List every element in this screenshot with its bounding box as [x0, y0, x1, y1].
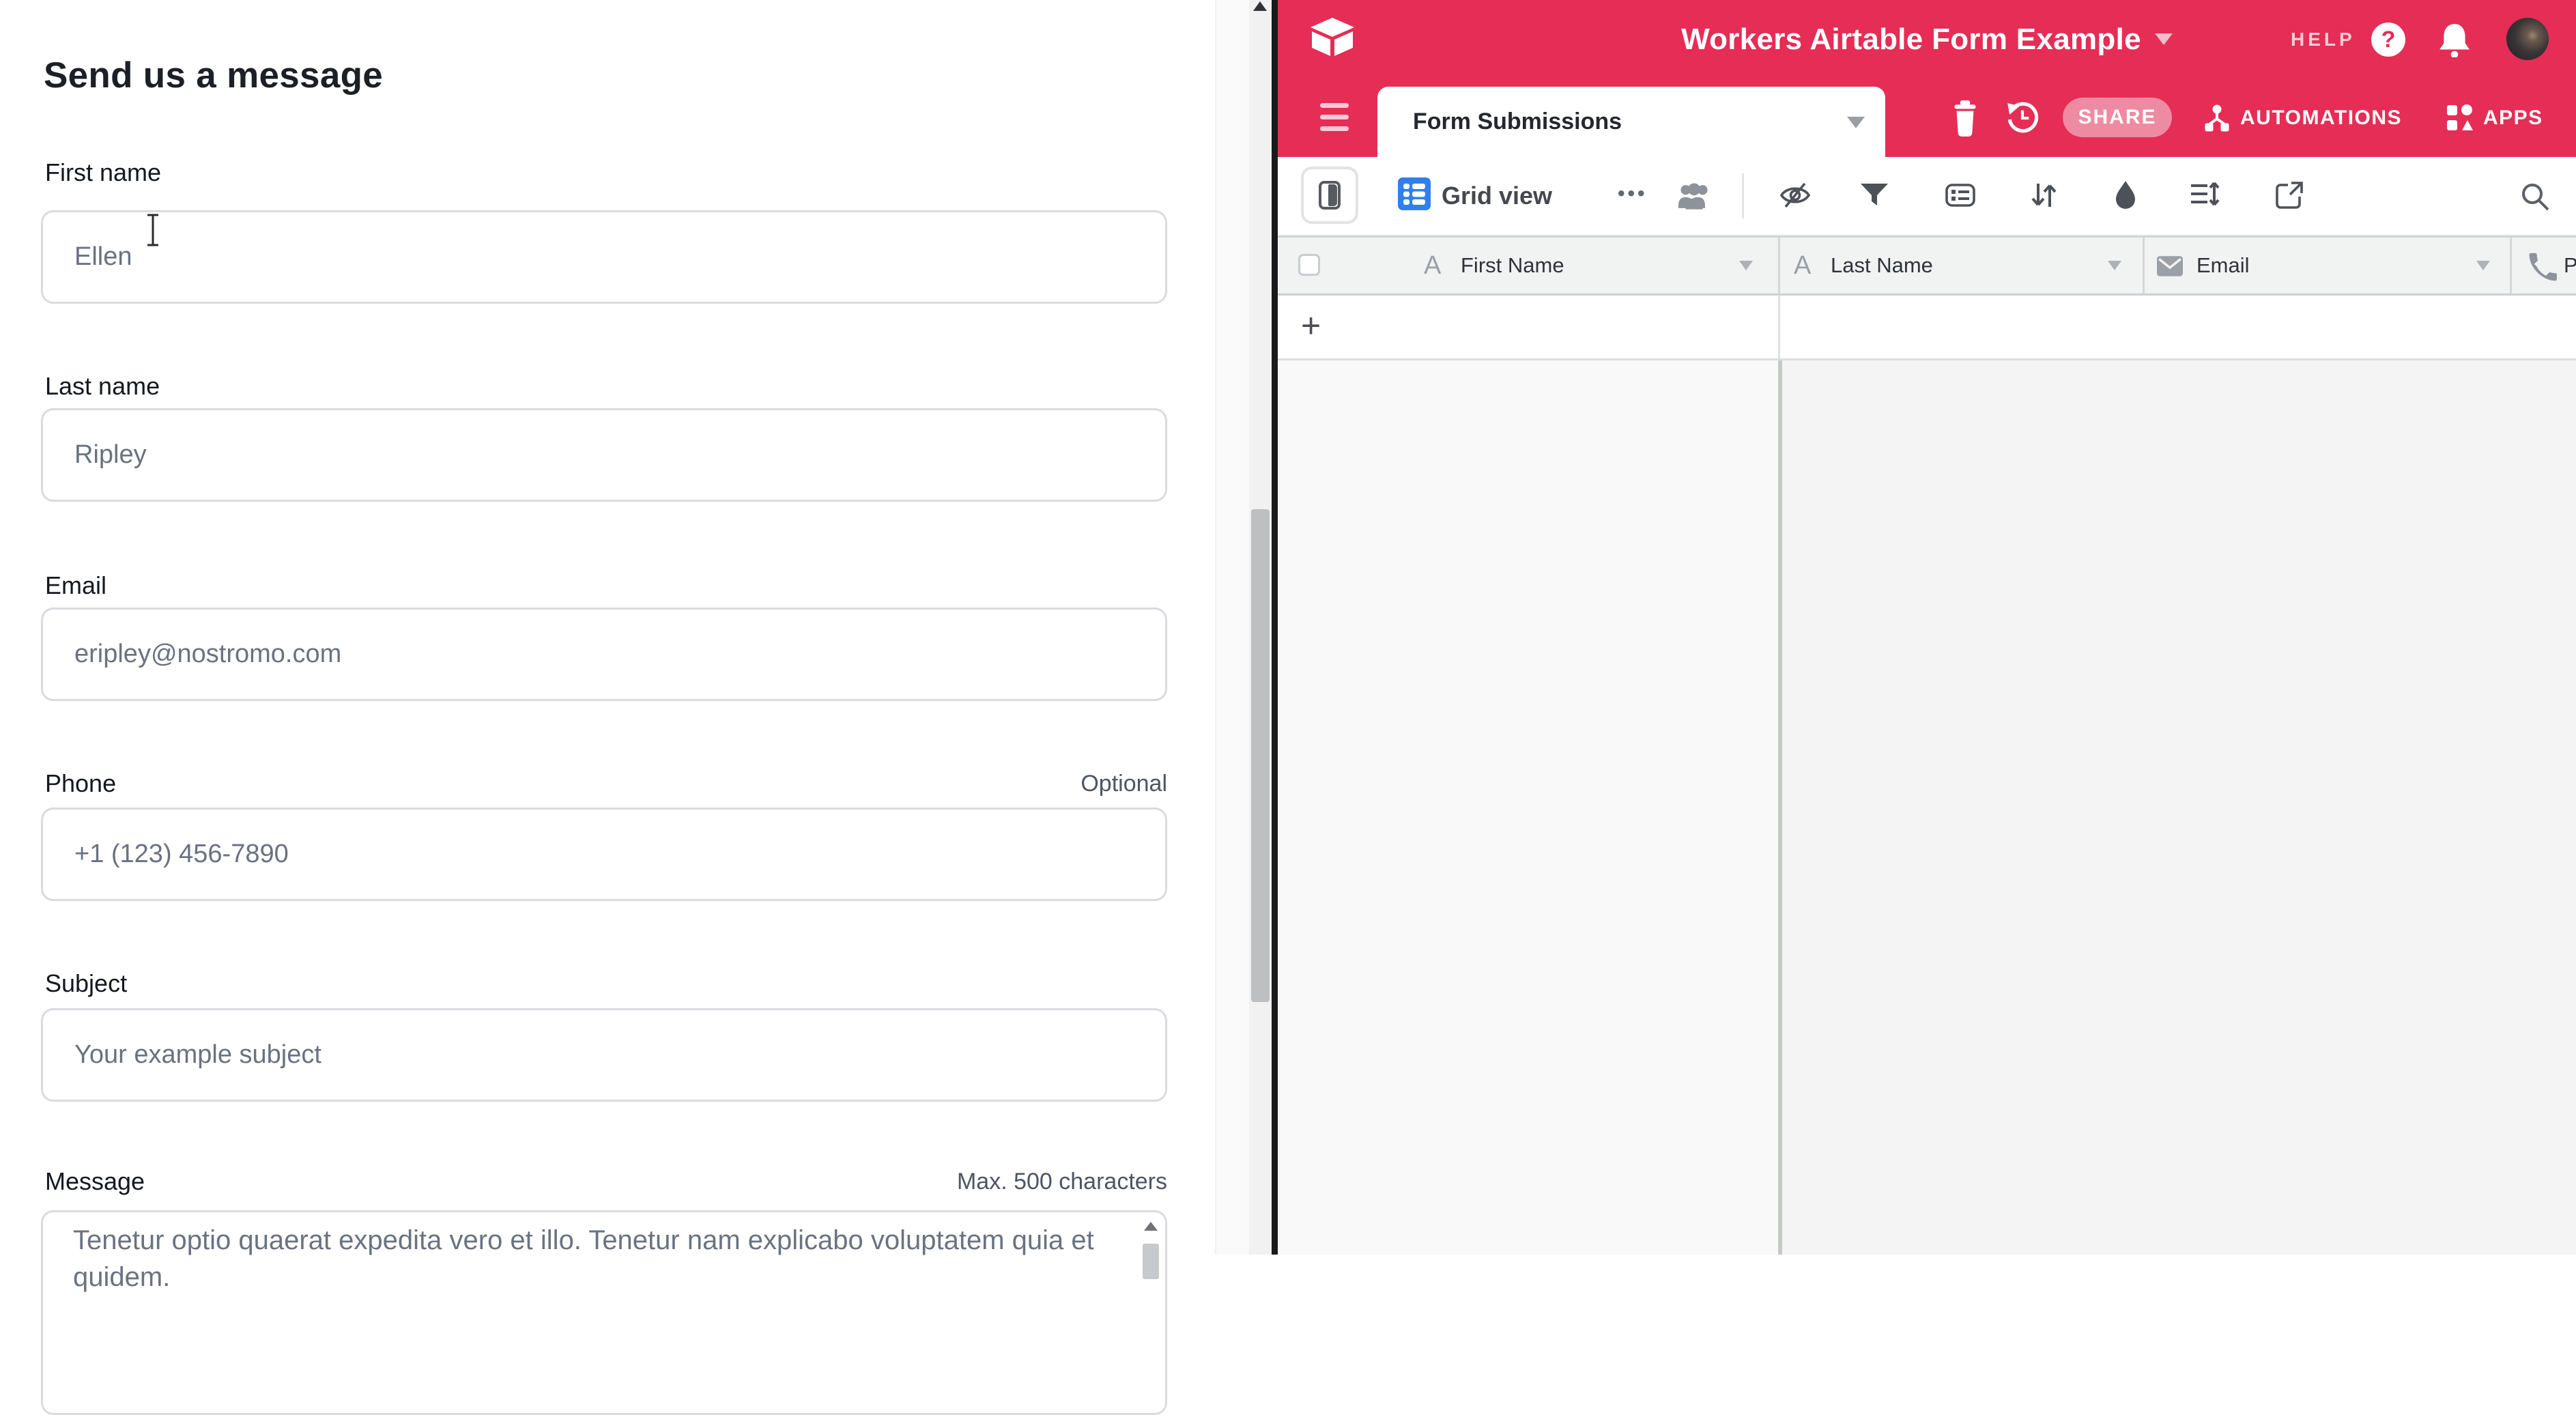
chevron-down-icon [2155, 33, 2173, 45]
email-field-type-icon [2157, 256, 2183, 276]
help-question-icon[interactable]: ? [2371, 23, 2405, 57]
page-title: Send us a message [44, 55, 383, 96]
base-title: Workers Airtable Form Example [1681, 23, 2141, 57]
column-divider [1778, 238, 1780, 294]
grid-empty-area-left [1278, 360, 1778, 1255]
panel-icon [1319, 181, 1341, 210]
grid-empty-area-right [1782, 360, 2576, 1255]
trash-icon[interactable] [1951, 99, 1979, 137]
column-header-first-name[interactable]: First Name [1461, 238, 1564, 294]
contact-form-pane: Send us a message First name Last name E… [0, 0, 1215, 1255]
phone-optional-note: Optional [1081, 771, 1167, 797]
apps-icon [2445, 103, 2475, 133]
airtable-topbar: Workers Airtable Form Example HELP ? [1278, 0, 2576, 78]
table-header-row: A First Name A Last Name Email Phone [1278, 235, 2576, 296]
toolbar-divider [1742, 173, 1744, 218]
column-header-email[interactable]: Email [2196, 238, 2250, 294]
automations-icon [2202, 103, 2232, 133]
color-icon[interactable] [2109, 179, 2142, 212]
column-menu-chevron-icon[interactable] [2476, 261, 2490, 270]
hide-fields-icon[interactable] [1779, 179, 1812, 212]
column-menu-chevron-icon[interactable] [1739, 261, 1753, 270]
automations-button[interactable]: AUTOMATIONS [2202, 78, 2402, 157]
search-icon[interactable] [2520, 182, 2550, 212]
airtable-tabbar: Form Submissions SHARE [1278, 78, 2576, 157]
column-divider [1778, 296, 1780, 358]
window-scrollbar[interactable] [1249, 0, 1272, 1255]
text-field-type-icon: A [1424, 238, 1441, 294]
first-name-field[interactable] [41, 210, 1167, 304]
automations-label: AUTOMATIONS [2240, 106, 2402, 130]
email-label: Email [45, 571, 106, 600]
column-divider [2510, 238, 2512, 294]
message-field[interactable]: Tenetur optio quaerat expedita vero et i… [43, 1212, 1165, 1413]
phone-field-type-icon [2528, 252, 2558, 282]
row-height-icon[interactable] [2188, 179, 2221, 212]
collaborators-icon[interactable] [1678, 180, 1711, 213]
subject-label: Subject [45, 969, 127, 998]
column-menu-chevron-icon[interactable] [2108, 261, 2121, 270]
column-header-phone[interactable]: Phone [2564, 238, 2576, 294]
window-divider [1272, 0, 1278, 1255]
apps-button[interactable]: APPS [2445, 78, 2543, 157]
scrollbar-thumb[interactable] [1251, 509, 1270, 1002]
message-max-note: Max. 500 characters [957, 1169, 1167, 1195]
group-icon[interactable] [1944, 179, 1977, 212]
view-more-button[interactable]: ••• [1618, 157, 1648, 234]
text-cursor-icon [143, 213, 162, 247]
email-field[interactable] [41, 608, 1167, 701]
select-all-checkbox[interactable] [1298, 254, 1320, 276]
view-name[interactable]: Grid view [1442, 157, 1552, 234]
add-record-plus-icon[interactable]: + [1301, 296, 1321, 358]
last-name-label: Last name [45, 372, 160, 401]
user-avatar[interactable] [2506, 18, 2549, 60]
add-record-row[interactable]: + [1278, 296, 2576, 360]
grid-view-icon[interactable] [1398, 177, 1431, 210]
table-tab-form-submissions[interactable]: Form Submissions [1377, 87, 1885, 157]
table-tab-label: Form Submissions [1413, 87, 1622, 157]
message-label: Message [45, 1167, 145, 1196]
phone-field[interactable] [41, 807, 1167, 901]
sort-icon[interactable] [2027, 179, 2060, 212]
history-icon[interactable] [2005, 100, 2040, 134]
filter-icon[interactable] [1858, 179, 1891, 212]
notifications-bell-icon[interactable] [2438, 22, 2471, 57]
form-pane-gutter [1215, 0, 1249, 1255]
column-header-last-name[interactable]: Last Name [1831, 238, 1933, 294]
share-view-icon[interactable] [2273, 179, 2306, 212]
column-divider [2143, 238, 2145, 294]
first-name-label: First name [45, 158, 161, 187]
phone-label: Phone [45, 769, 116, 798]
apps-label: APPS [2483, 106, 2543, 130]
text-field-type-icon: A [1794, 238, 1811, 294]
last-name-field[interactable] [41, 408, 1167, 502]
help-button[interactable]: HELP [2291, 0, 2356, 78]
subject-field[interactable] [41, 1008, 1167, 1102]
scrollbar-up-arrow-icon[interactable] [1253, 1, 1267, 11]
view-sidebar-toggle-button[interactable] [1301, 167, 1358, 224]
share-button[interactable]: SHARE [2063, 98, 2172, 137]
table-tab-chevron-icon[interactable] [1847, 117, 1865, 128]
message-field-box: Tenetur optio quaerat expedita vero et i… [41, 1210, 1167, 1415]
airtable-pane: Workers Airtable Form Example HELP ? For… [1278, 0, 2576, 1255]
view-toolbar: Grid view ••• [1278, 157, 2576, 234]
